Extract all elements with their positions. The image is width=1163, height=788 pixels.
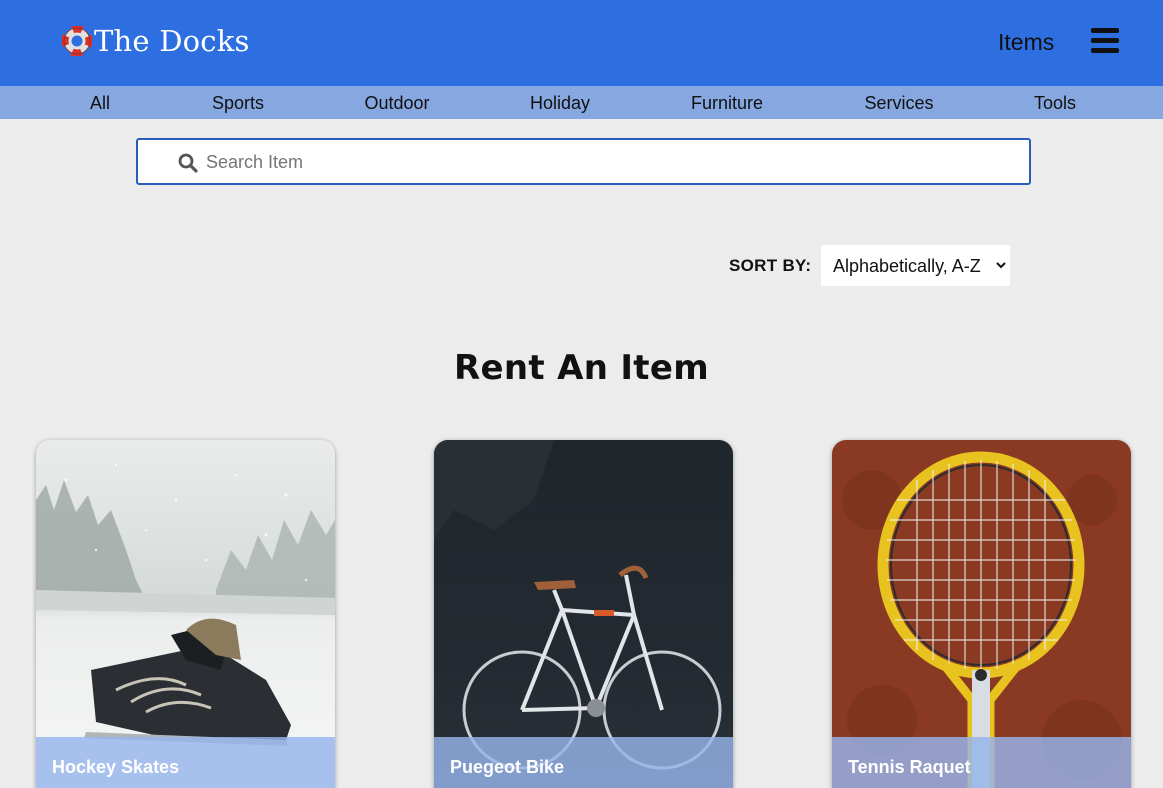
category-sports[interactable]: Sports: [212, 93, 264, 114]
card-caption: Tennis Raquet: [832, 737, 1131, 788]
card-title: Tennis Raquet: [848, 757, 971, 777]
card-title: Hockey Skates: [52, 757, 180, 777]
top-navbar: The Docks Items: [0, 0, 1163, 86]
hockey-skates-image: [36, 440, 335, 788]
sort-selected-value: Alphabetically, A-Z: [833, 256, 981, 276]
hamburger-menu-icon[interactable]: [1091, 28, 1119, 54]
search-placeholder: Search Item: [206, 152, 304, 172]
items-nav-link[interactable]: Items: [998, 29, 1054, 56]
item-card-puegeot-bike[interactable]: Puegeot Bike: [434, 440, 733, 788]
search-icon: [178, 153, 198, 173]
category-services[interactable]: Services: [864, 93, 933, 114]
category-holiday[interactable]: Holiday: [530, 93, 590, 114]
search-input[interactable]: Search Item: [136, 138, 1031, 185]
category-outdoor[interactable]: Outdoor: [364, 93, 429, 114]
category-all[interactable]: All: [90, 93, 110, 114]
sort-select[interactable]: Alphabetically, A-Z: [821, 245, 1010, 286]
card-caption: Puegeot Bike: [434, 737, 733, 788]
brand-logo[interactable]: The Docks: [62, 24, 250, 58]
brand-name: The Docks: [94, 24, 250, 58]
item-card-tennis-raquet[interactable]: Tennis Raquet: [832, 440, 1131, 788]
chevron-down-icon: [996, 262, 1006, 269]
tennis-racquet-image: [832, 440, 1131, 788]
category-furniture[interactable]: Furniture: [691, 93, 763, 114]
bike-image: [434, 440, 733, 788]
page-title: Rent An Item: [454, 348, 709, 388]
card-title: Puegeot Bike: [450, 757, 565, 777]
sort-label: SORT BY:: [729, 256, 812, 275]
item-card-hockey-skates[interactable]: Hockey Skates: [36, 440, 335, 788]
category-tools[interactable]: Tools: [1034, 93, 1076, 114]
lifebuoy-icon: [62, 26, 92, 56]
card-caption: Hockey Skates: [36, 737, 335, 788]
category-bar: All Sports Outdoor Holiday Furniture Ser…: [0, 86, 1163, 119]
